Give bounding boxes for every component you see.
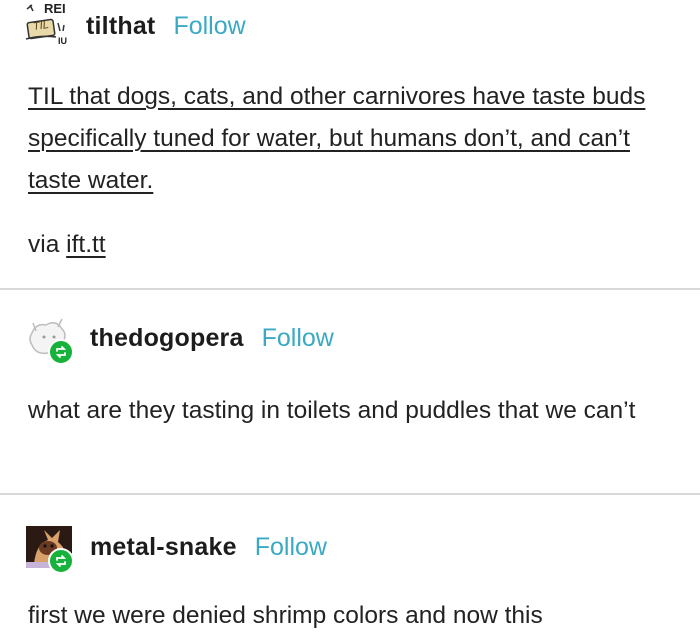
via-prefix: via bbox=[28, 231, 60, 258]
avatar-top-text: REI bbox=[44, 1, 66, 16]
post-body: what are they tasting in toilets and pud… bbox=[28, 397, 636, 424]
post-thedogopera: thedogopera Follow what are they tasting… bbox=[0, 290, 700, 493]
via-link[interactable]: ift.tt bbox=[66, 231, 105, 258]
avatar-corner-text: IU bbox=[58, 36, 67, 46]
cat-avatar-icon[interactable] bbox=[24, 524, 80, 574]
via-line: via ift.tt bbox=[28, 224, 676, 266]
post-header: thedogopera Follow bbox=[24, 314, 334, 365]
avatar-badge-text: TIL bbox=[32, 18, 50, 34]
reblog-icon bbox=[48, 339, 74, 365]
follow-button[interactable]: Follow bbox=[173, 12, 245, 41]
dog-avatar-icon[interactable] bbox=[24, 315, 80, 365]
username[interactable]: metal-snake bbox=[90, 533, 237, 562]
post-metal-snake: metal-snake Follow first we were denied … bbox=[0, 495, 700, 643]
post-body: TIL that dogs, cats, and other carnivore… bbox=[28, 76, 676, 202]
username[interactable]: thedogopera bbox=[90, 324, 244, 353]
post-tilthat: REI TIL IU tilthat Follow TIL that dogs,… bbox=[0, 0, 700, 288]
post-body-link[interactable]: TIL that dogs, cats, and other carnivore… bbox=[28, 83, 645, 194]
post-header: metal-snake Follow bbox=[24, 523, 327, 574]
til-avatar-icon[interactable]: REI TIL IU bbox=[24, 1, 76, 49]
reblog-icon bbox=[48, 548, 74, 574]
follow-button[interactable]: Follow bbox=[262, 324, 334, 353]
post-header: REI TIL IU tilthat Follow bbox=[24, 1, 246, 50]
post-body: first we were denied shrimp colors and n… bbox=[28, 602, 543, 629]
username[interactable]: tilthat bbox=[86, 12, 155, 41]
follow-button[interactable]: Follow bbox=[255, 533, 327, 562]
